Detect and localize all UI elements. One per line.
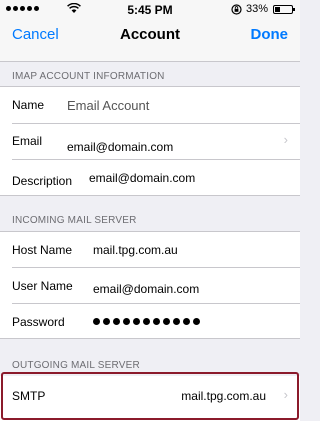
imap-section-header: IMAP ACCOUNT INFORMATION (12, 71, 165, 82)
password-row[interactable]: Password (0, 304, 300, 339)
host-name-label: Host Name (12, 243, 73, 257)
password-mask-dot (113, 318, 120, 325)
description-field[interactable]: email@domain.com (89, 171, 195, 185)
password-mask-dot (133, 318, 140, 325)
email-label: Email (12, 134, 43, 148)
smtp-highlight-box (1, 372, 299, 420)
password-mask-dot (103, 318, 110, 325)
name-field[interactable]: Email Account (67, 98, 149, 113)
name-label: Name (12, 98, 45, 112)
navigation-bar: Cancel Account Done (0, 20, 300, 62)
user-name-row[interactable]: User Name email@domain.com (0, 268, 300, 304)
host-name-field[interactable]: mail.tpg.com.au (93, 243, 178, 257)
battery-percentage: 33% (246, 3, 269, 15)
password-mask-dot (153, 318, 160, 325)
password-mask-dot (163, 318, 170, 325)
incoming-server-group: Host Name mail.tpg.com.au User Name emai… (0, 231, 300, 339)
password-mask-dot (193, 318, 200, 325)
user-name-label: User Name (12, 279, 73, 293)
description-label: Description (12, 174, 73, 188)
password-mask-dot (173, 318, 180, 325)
host-name-row[interactable]: Host Name mail.tpg.com.au (0, 232, 300, 268)
password-mask-dot (143, 318, 150, 325)
chevron-right-icon: › (283, 132, 288, 147)
status-bar: 5:45 PM 33% (0, 0, 300, 20)
email-row[interactable]: Email email@domain.com › (0, 124, 300, 160)
done-button[interactable]: Done (251, 26, 289, 43)
password-field[interactable] (93, 318, 200, 325)
outgoing-section-header: OUTGOING MAIL SERVER (12, 360, 140, 371)
imap-account-group: Name Email Account Email email@domain.co… (0, 86, 300, 196)
user-name-field[interactable]: email@domain.com (93, 282, 199, 296)
password-mask-dot (123, 318, 130, 325)
orientation-lock-icon (231, 4, 242, 15)
name-row[interactable]: Name Email Account (0, 87, 300, 124)
incoming-section-header: INCOMING MAIL SERVER (12, 215, 137, 226)
password-mask-dot (183, 318, 190, 325)
password-mask-dot (93, 318, 100, 325)
email-field[interactable]: email@domain.com (67, 140, 173, 154)
battery-icon (273, 5, 295, 14)
password-label: Password (12, 315, 65, 329)
description-row[interactable]: Description email@domain.com (0, 160, 300, 196)
